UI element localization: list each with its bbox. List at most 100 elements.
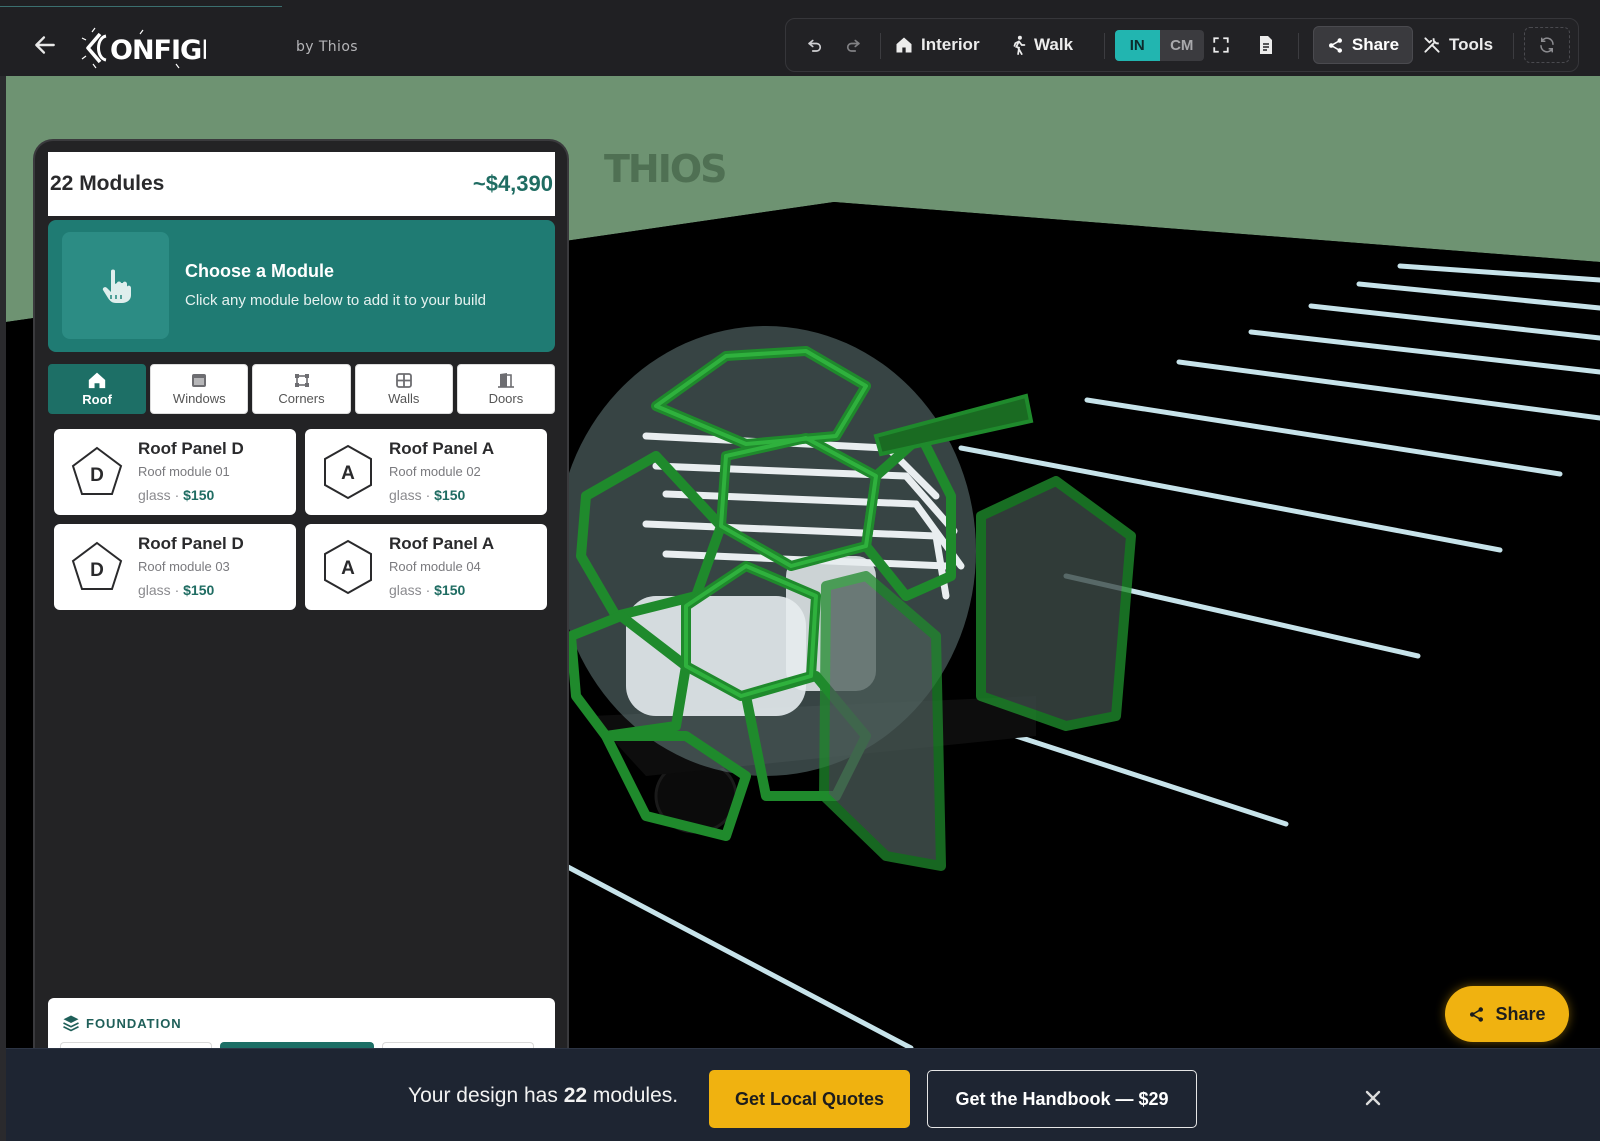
home-icon (88, 372, 106, 389)
tab-label: Roof (82, 392, 112, 407)
document-icon (1260, 36, 1272, 54)
module-card[interactable]: D Roof Panel D Roof module 01 glass · $1… (54, 429, 296, 515)
choose-module-prompt: Choose a Module Click any module below t… (48, 220, 555, 352)
interior-label: Interior (921, 35, 980, 54)
logo: ONFIGR (81, 27, 206, 69)
foundation-section[interactable]: FOUNDATION (48, 998, 555, 1049)
walk-button[interactable]: Walk (1011, 19, 1073, 71)
share-icon (1470, 1006, 1484, 1022)
module-card[interactable]: A Roof Panel A Roof module 04 glass · $1… (305, 524, 547, 610)
foundation-label: FOUNDATION (86, 1016, 182, 1031)
module-card[interactable]: D Roof Panel D Roof module 03 glass · $1… (54, 524, 296, 610)
redo-icon (846, 39, 860, 52)
module-subtitle: Roof module 04 (389, 559, 481, 574)
module-grid: D Roof Panel D Roof module 01 glass · $1… (54, 429, 549, 610)
prompt-subtitle: Click any module below to add it to your… (185, 292, 486, 309)
module-count: 22 Modules (50, 172, 165, 195)
meta-separator: · (421, 582, 435, 598)
loading-indicator (0, 6, 282, 7)
tab-label: Corners (278, 390, 325, 406)
toolbar-divider (1104, 33, 1105, 59)
module-material: glass (389, 487, 422, 503)
watermark-text: THIOS (604, 147, 726, 191)
redo-button[interactable] (844, 19, 862, 71)
module-meta: glass · $150 (389, 487, 465, 503)
module-material: glass (138, 582, 171, 598)
svg-text:A: A (341, 463, 355, 484)
fullscreen-button[interactable] (1212, 19, 1230, 71)
module-meta: glass · $150 (138, 487, 214, 503)
refresh-button[interactable] (1524, 27, 1570, 63)
module-title: Roof Panel D (138, 534, 244, 553)
module-material: glass (138, 487, 171, 503)
corners-icon (294, 373, 309, 387)
tab-label: Doors (488, 391, 524, 406)
pentagon-badge-icon: D (71, 446, 123, 495)
module-card[interactable]: A Roof Panel A Roof module 02 glass · $1… (305, 429, 547, 515)
prompt-title: Choose a Module (185, 261, 335, 281)
share-button[interactable]: Share (1313, 26, 1413, 64)
module-price: $150 (434, 582, 466, 598)
get-handbook-button[interactable]: Get the Handbook — $29 (927, 1070, 1197, 1128)
tools-icon (1424, 37, 1440, 53)
meta-separator: · (170, 487, 184, 503)
toolbar: Interior Walk IN CM Share Tools (785, 18, 1579, 72)
get-local-quotes-button[interactable]: Get Local Quotes (709, 1070, 910, 1128)
layers-icon (63, 1015, 79, 1032)
module-title: Roof Panel A (389, 439, 495, 458)
module-price: $150 (183, 487, 215, 503)
banner-text-before: Your design has (408, 1084, 564, 1107)
share-floating-button[interactable]: Share (1445, 986, 1569, 1042)
unit-toggle: IN CM (1115, 30, 1204, 61)
module-subtitle: Roof module 01 (138, 464, 230, 479)
svg-text:D: D (90, 560, 104, 581)
share-label: Share (1351, 35, 1400, 54)
top-bar: ONFIGR by Thios Interior Walk IN CM (0, 0, 1600, 76)
svg-text:D: D (90, 465, 104, 486)
hexagon-badge-icon: A (324, 539, 372, 595)
home-icon (896, 37, 912, 53)
document-button[interactable] (1258, 19, 1274, 71)
unit-cm-option[interactable]: CM (1160, 30, 1205, 61)
door-icon (497, 373, 514, 388)
walls-icon (395, 372, 412, 388)
banner-message: Your design has 22 modules. (408, 1084, 678, 1108)
back-button[interactable] (30, 30, 60, 60)
banner-module-count: 22 (563, 1084, 588, 1107)
estimated-price: ~$4,390 (472, 171, 553, 196)
share-fab-label: Share (1495, 1003, 1546, 1024)
arrow-left-icon (35, 36, 55, 54)
undo-icon (808, 39, 822, 52)
interior-button[interactable]: Interior (894, 19, 980, 71)
module-price: $150 (434, 487, 466, 503)
meta-separator: · (170, 582, 184, 598)
tab-doors[interactable]: Doors (456, 364, 556, 414)
svg-text:A: A (341, 558, 355, 579)
module-meta: glass · $150 (389, 582, 465, 598)
close-banner-button[interactable] (1362, 1087, 1384, 1109)
undo-button[interactable] (806, 19, 824, 71)
module-subtitle: Roof module 02 (389, 464, 481, 479)
module-panel: 22 Modules ~$4,390 Choose a Module Click… (33, 139, 569, 1049)
tab-label: Walls (388, 390, 420, 406)
tab-label: Windows (172, 390, 226, 406)
unit-inches-option[interactable]: IN (1115, 30, 1160, 61)
refresh-icon (1540, 37, 1554, 53)
svg-text:ONFIGR: ONFIGR (110, 35, 206, 66)
category-tabs: Roof Windows Corners Walls Doors (48, 364, 556, 414)
tab-windows[interactable]: Windows (150, 364, 249, 414)
hexagon-badge-icon: A (324, 444, 372, 500)
toolbar-divider (1513, 33, 1514, 59)
tab-corners[interactable]: Corners (252, 364, 351, 414)
module-material: glass (389, 582, 422, 598)
module-subtitle: Roof module 03 (138, 559, 230, 574)
tools-button[interactable]: Tools (1422, 19, 1493, 71)
banner-text-after: modules. (587, 1084, 679, 1107)
meta-separator: · (421, 487, 435, 503)
module-title: Roof Panel D (138, 439, 244, 458)
tab-roof[interactable]: Roof (48, 364, 147, 414)
fullscreen-icon (1213, 37, 1229, 53)
close-icon (1365, 1090, 1381, 1106)
tab-walls[interactable]: Walls (354, 364, 453, 414)
build-summary: 22 Modules ~$4,390 (48, 152, 555, 216)
